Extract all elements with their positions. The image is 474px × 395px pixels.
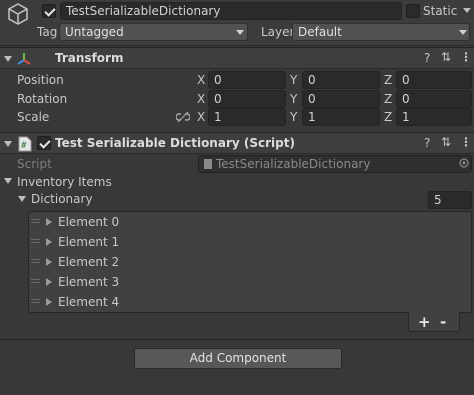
add-component-button[interactable]: Add Component	[134, 348, 342, 369]
add-component-label: Add Component	[189, 351, 287, 365]
element-expand-icon[interactable]	[46, 238, 52, 246]
position-z-field[interactable]: 0	[396, 71, 472, 89]
element-expand-icon[interactable]	[46, 298, 52, 306]
position-x-axis: X	[197, 73, 206, 87]
add-element-button[interactable]: +	[418, 313, 431, 331]
script-fold-icon[interactable]	[4, 141, 12, 147]
transform-fold-icon[interactable]	[4, 56, 12, 62]
layer-value: Default	[298, 25, 342, 39]
scale-y-axis: Y	[290, 110, 298, 124]
element-expand-icon[interactable]	[46, 258, 52, 266]
object-picker-icon	[459, 158, 469, 168]
tag-value: Untagged	[65, 25, 124, 39]
position-y-axis: Y	[290, 73, 298, 87]
script-file-icon: #	[18, 136, 32, 152]
position-y-field[interactable]: 0	[302, 71, 380, 89]
dictionary-size-field[interactable]: 5	[428, 191, 472, 209]
drag-handle-icon[interactable]	[31, 239, 40, 243]
element-label: Element 4	[58, 295, 120, 309]
transform-title: Transform	[55, 51, 124, 65]
layer-dropdown[interactable]: Default	[292, 23, 470, 41]
list-item[interactable]: Element 3	[28, 272, 472, 292]
rotation-x-field[interactable]: 0	[208, 90, 286, 108]
dictionary-fold-icon[interactable]	[18, 196, 26, 202]
list-footer	[408, 312, 460, 332]
drag-handle-icon[interactable]	[31, 219, 40, 223]
scale-x-axis: X	[197, 110, 206, 124]
position-label: Position	[17, 73, 64, 87]
script-object-field: TestSerializableDictionary	[198, 155, 472, 173]
position-z-axis: Z	[384, 73, 393, 87]
element-label: Element 1	[58, 235, 120, 249]
layer-chevron-down-icon	[459, 30, 467, 35]
rotation-x-axis: X	[197, 92, 206, 106]
gameobject-name-field[interactable]: TestSerializableDictionary	[60, 2, 402, 20]
scale-z-field[interactable]: 1	[396, 108, 472, 126]
preset-icon[interactable]: ⇅	[441, 50, 451, 64]
position-x-field[interactable]: 0	[208, 71, 286, 89]
rotation-z-axis: Z	[384, 92, 393, 106]
scale-y-field[interactable]: 1	[302, 108, 380, 126]
constrain-proportions-icon[interactable]	[176, 110, 190, 124]
help-icon[interactable]: ?	[424, 136, 430, 150]
scale-z-axis: Z	[384, 110, 393, 124]
dictionary-label[interactable]: Dictionary	[31, 192, 93, 206]
static-dropdown-icon[interactable]	[463, 8, 471, 14]
more-icon[interactable]: ⋮	[460, 50, 472, 64]
transform-body: Position X 0 Y 0 Z 0 Rotation X 0 Y 0 Z …	[0, 70, 474, 130]
tag-label: Tag	[37, 25, 58, 39]
list-item[interactable]: Element 1	[28, 232, 472, 252]
list-item[interactable]: Element 2	[28, 252, 472, 272]
remove-element-button[interactable]: -	[440, 313, 446, 331]
layer-label: Layer	[261, 25, 295, 39]
drag-handle-icon[interactable]	[31, 299, 40, 303]
gameobject-header: TestSerializableDictionary Static Tag Un…	[0, 0, 474, 46]
script-object-value: TestSerializableDictionary	[216, 157, 371, 171]
help-icon[interactable]: ?	[424, 51, 430, 65]
rotation-z-field[interactable]: 0	[396, 90, 472, 108]
preset-icon[interactable]: ⇅	[441, 135, 451, 149]
svg-text:#: #	[21, 141, 27, 151]
inventory-items-label[interactable]: Inventory Items	[17, 175, 112, 189]
list-item[interactable]: Element 4	[28, 292, 472, 312]
static-checkbox[interactable]	[406, 4, 420, 18]
list-item[interactable]: Element 0	[28, 212, 472, 232]
more-icon[interactable]: ⋮	[460, 135, 472, 149]
rotation-y-field[interactable]: 0	[302, 90, 380, 108]
script-body: Script TestSerializableDictionary Invent…	[0, 155, 474, 345]
divider	[0, 339, 474, 340]
static-label: Static	[423, 4, 458, 18]
script-enabled-checkbox[interactable]	[37, 136, 51, 150]
script-field-label: Script	[17, 157, 52, 171]
script-header[interactable]: # Test Serializable Dictionary (Script) …	[0, 132, 474, 154]
active-checkbox[interactable]	[42, 4, 56, 18]
rotation-y-axis: Y	[290, 92, 298, 106]
transform-icon	[17, 53, 31, 65]
inventory-fold-icon[interactable]	[4, 178, 12, 184]
scale-label: Scale	[17, 110, 50, 124]
tag-dropdown[interactable]: Untagged	[59, 23, 248, 41]
script-object-icon	[204, 159, 212, 169]
element-expand-icon[interactable]	[46, 278, 52, 286]
cube-icon	[8, 3, 28, 25]
element-label: Element 3	[58, 275, 120, 289]
script-title: Test Serializable Dictionary (Script)	[55, 136, 295, 150]
drag-handle-icon[interactable]	[31, 259, 40, 263]
element-expand-icon[interactable]	[46, 218, 52, 226]
transform-header[interactable]: Transform ? ⇅ ⋮	[0, 47, 474, 69]
scale-x-field[interactable]: 1	[208, 108, 286, 126]
element-label: Element 0	[58, 215, 120, 229]
tag-chevron-down-icon	[236, 30, 244, 35]
rotation-label: Rotation	[17, 92, 68, 106]
drag-handle-icon[interactable]	[31, 279, 40, 283]
element-label: Element 2	[58, 255, 120, 269]
